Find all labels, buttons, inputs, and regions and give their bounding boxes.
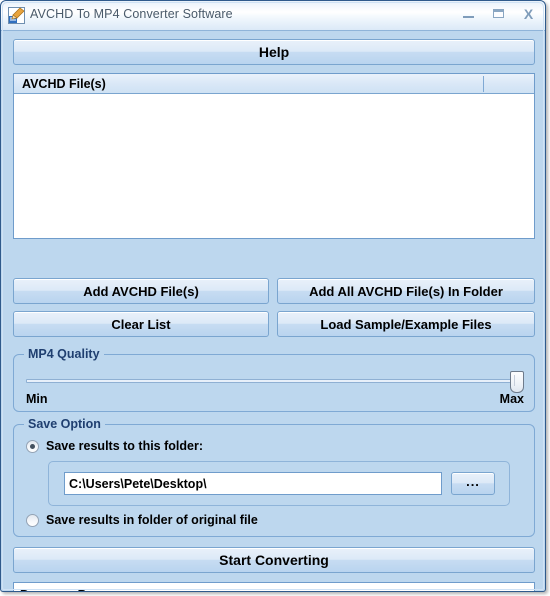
window-controls: X <box>460 5 537 22</box>
clear-list-button[interactable]: Clear List <box>13 311 269 337</box>
file-list-header: AVCHD File(s) <box>14 74 534 94</box>
radio-icon-unselected[interactable] <box>26 513 39 527</box>
help-button[interactable]: Help <box>13 39 535 65</box>
app-icon <box>8 7 25 24</box>
file-list-body[interactable] <box>14 95 534 238</box>
load-sample-files-button[interactable]: Load Sample/Example Files <box>277 311 535 337</box>
folder-panel: C:\Users\Pete\Desktop\ ... <box>48 461 510 506</box>
window-title: AVCHD To MP4 Converter Software <box>30 7 233 21</box>
quality-min-label: Min <box>26 392 48 406</box>
client-area: Help AVCHD File(s) Add AVCHD File(s) Add… <box>2 32 544 591</box>
quality-slider-track[interactable] <box>26 379 520 383</box>
radio-save-to-this-folder-label: Save results to this folder: <box>46 439 203 453</box>
close-icon: X <box>523 5 534 22</box>
radio-save-in-original-folder[interactable]: Save results in folder of original file <box>26 513 258 527</box>
application-window: AVCHD To MP4 Converter Software X Help A… <box>0 0 546 592</box>
mp4-quality-group: MP4 Quality Min Max <box>13 347 535 412</box>
folder-path-input[interactable]: C:\Users\Pete\Desktop\ <box>64 472 442 495</box>
progress-bar: Progress Bar <box>13 582 535 591</box>
file-list-column-header: AVCHD File(s) <box>22 77 106 91</box>
start-converting-button[interactable]: Start Converting <box>13 547 535 573</box>
file-list[interactable]: AVCHD File(s) <box>13 73 535 239</box>
column-divider[interactable] <box>483 76 484 92</box>
quality-max-label: Max <box>499 392 524 406</box>
save-option-group-label: Save Option <box>24 417 105 431</box>
browse-folder-button[interactable]: ... <box>451 472 495 495</box>
radio-icon-selected[interactable] <box>26 439 39 453</box>
title-bar: AVCHD To MP4 Converter Software X <box>1 1 545 31</box>
close-button[interactable]: X <box>520 5 537 22</box>
maximize-button[interactable] <box>490 5 507 22</box>
radio-save-to-this-folder[interactable]: Save results to this folder: <box>26 439 203 453</box>
add-avchd-files-button[interactable]: Add AVCHD File(s) <box>13 278 269 304</box>
minimize-button[interactable] <box>460 5 477 22</box>
mp4-quality-group-label: MP4 Quality <box>24 347 104 361</box>
save-option-group: Save Option Save results to this folder:… <box>13 417 535 537</box>
radio-save-in-original-folder-label: Save results in folder of original file <box>46 513 258 527</box>
quality-slider-thumb[interactable] <box>510 371 524 393</box>
add-all-avchd-files-in-folder-button[interactable]: Add All AVCHD File(s) In Folder <box>277 278 535 304</box>
quality-slider[interactable] <box>26 371 524 393</box>
